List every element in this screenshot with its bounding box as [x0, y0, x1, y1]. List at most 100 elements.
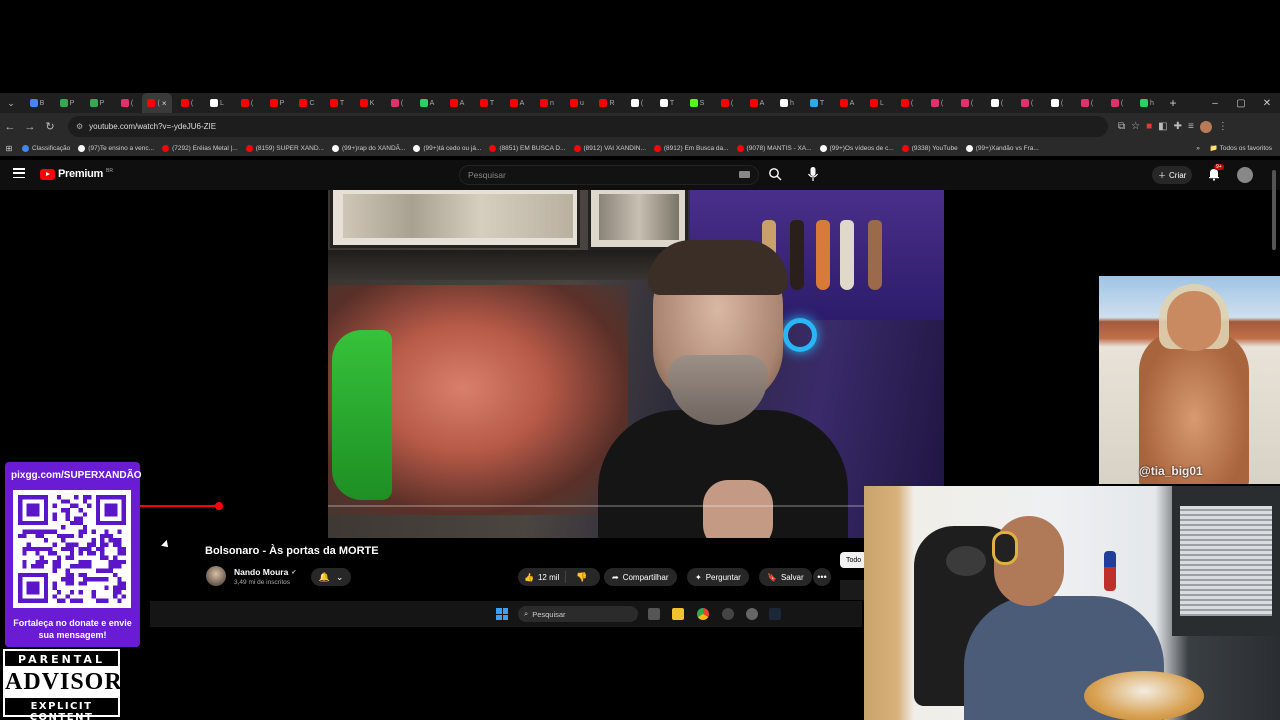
puzzle-icon[interactable]: ✚ [1174, 121, 1182, 132]
share-button[interactable]: ➦ Compartilhar [604, 568, 677, 586]
ask-button[interactable]: ✦ Perguntar [687, 568, 749, 586]
browser-tab[interactable]: P [262, 93, 292, 113]
browser-tab[interactable]: ( [1072, 93, 1102, 113]
bookmark-item[interactable]: (99+)Os vídeos de c... [816, 144, 898, 152]
browser-tab[interactable]: ( [982, 93, 1012, 113]
file-explorer-icon[interactable] [672, 608, 684, 620]
subscribed-button[interactable]: 🔔 ⌄ [311, 568, 351, 586]
app-icon[interactable] [722, 608, 734, 620]
extension-red-icon[interactable]: ■ [1146, 121, 1152, 132]
browser-tab[interactable]: h [772, 93, 802, 113]
tab-search-icon[interactable]: ⌄ [0, 93, 22, 113]
task-view-icon[interactable] [648, 608, 660, 620]
apps-grid-icon[interactable]: ⊞ [0, 144, 18, 153]
browser-tab[interactable]: u [562, 93, 592, 113]
bookmark-item[interactable]: Classificação [18, 144, 74, 152]
bookmark-item[interactable]: (9078) MANTIS - XA... [733, 144, 816, 152]
browser-tab[interactable]: (× [142, 93, 172, 113]
browser-tab[interactable]: h [1132, 93, 1162, 113]
account-avatar[interactable] [1237, 167, 1253, 183]
site-info-icon[interactable]: ⚙ [76, 122, 83, 131]
browser-tab[interactable]: L [862, 93, 892, 113]
browser-tab[interactable]: n [532, 93, 562, 113]
bookmark-item[interactable]: (99+)rap do XANDÃ... [328, 144, 409, 152]
like-button[interactable]: 👍 12 mil [518, 571, 567, 583]
browser-tab[interactable]: ( [382, 93, 412, 113]
bookmark-item[interactable]: (99+)tá cedo ou já... [409, 144, 485, 152]
bookmark-item[interactable]: (8159) SUPER XAND... [242, 144, 328, 152]
address-bar[interactable]: ⚙ youtube.com/watch?v=-ydeJU6-ZIE [68, 116, 1108, 137]
reload-icon[interactable]: ↻ [40, 120, 60, 133]
browser-tab[interactable]: P [82, 93, 112, 113]
menu-kebab-icon[interactable]: ⋮ [1218, 121, 1228, 132]
close-window-icon[interactable]: ✕ [1254, 98, 1280, 109]
profile-avatar[interactable] [1199, 120, 1212, 133]
chrome-icon[interactable] [697, 608, 709, 620]
browser-tab[interactable]: A [742, 93, 772, 113]
browser-tab[interactable]: B [22, 93, 52, 113]
video-progress-track[interactable] [328, 505, 944, 507]
channel-avatar[interactable] [206, 566, 226, 586]
taskbar-search-input[interactable]: ⌕ Pesquisar [518, 606, 638, 622]
browser-tab[interactable]: ( [892, 93, 922, 113]
browser-tab[interactable]: ( [922, 93, 952, 113]
browser-tab[interactable]: A [412, 93, 442, 113]
browser-tab[interactable]: ( [622, 93, 652, 113]
browser-tab[interactable]: ( [712, 93, 742, 113]
video-progress-bar[interactable] [140, 500, 340, 512]
install-icon[interactable]: ⧉ [1118, 121, 1125, 132]
bookmark-item[interactable]: (8912) Em Busca da... [650, 144, 733, 152]
browser-tab[interactable]: ( [112, 93, 142, 113]
search-icon[interactable] [768, 167, 782, 181]
bookmark-star-icon[interactable]: ☆ [1131, 121, 1140, 132]
bookmark-item[interactable]: (97)Te ensino a venc... [74, 144, 158, 152]
more-bookmarks-icon[interactable]: » [1196, 145, 1200, 152]
new-tab-button[interactable]: + [1162, 96, 1184, 110]
dislike-button[interactable]: 👎 [570, 572, 593, 583]
browser-tab[interactable]: T [472, 93, 502, 113]
forward-icon[interactable]: → [20, 121, 40, 133]
browser-tab[interactable]: ( [1042, 93, 1072, 113]
video-player[interactable] [328, 190, 944, 538]
bookmark-item[interactable]: (99+)Xandão vs Fra... [962, 144, 1043, 152]
create-button[interactable]: ＋ Criar [1152, 166, 1193, 184]
browser-tab[interactable]: ( [1102, 93, 1132, 113]
keyboard-icon[interactable] [739, 171, 750, 178]
channel-name-link[interactable]: Nando Moura ✔ [234, 567, 296, 577]
close-tab-icon[interactable]: × [162, 99, 167, 108]
browser-tab[interactable]: A [442, 93, 472, 113]
hamburger-menu-icon[interactable] [13, 168, 25, 178]
microphone-icon[interactable] [806, 166, 820, 182]
all-bookmarks-folder[interactable]: 📁 Todos os favoritos [1210, 144, 1272, 152]
settings-icon[interactable] [746, 608, 758, 620]
browser-tab[interactable]: A [832, 93, 862, 113]
browser-tab[interactable]: T [652, 93, 682, 113]
media-icon[interactable]: ≡ [1188, 121, 1194, 132]
browser-tab[interactable]: ( [1012, 93, 1042, 113]
minimize-icon[interactable]: – [1202, 98, 1228, 109]
save-button[interactable]: 🔖 Salvar [759, 568, 812, 586]
browser-tab[interactable]: ( [172, 93, 202, 113]
browser-tab[interactable]: L [202, 93, 232, 113]
youtube-premium-logo[interactable]: Premium BR [40, 168, 113, 180]
browser-tab[interactable]: A [502, 93, 532, 113]
search-input[interactable]: Pesquisar [459, 165, 759, 185]
windows-start-icon[interactable] [496, 608, 508, 620]
bookmark-item[interactable]: (8912) VAI XANDIN... [570, 144, 650, 152]
browser-tab[interactable]: ( [232, 93, 262, 113]
browser-tab[interactable]: ( [952, 93, 982, 113]
maximize-icon[interactable]: ▢ [1228, 98, 1254, 109]
more-actions-button[interactable]: ••• [813, 568, 831, 586]
browser-tab[interactable]: C [292, 93, 322, 113]
bookmark-item[interactable]: (9338) YouTube [898, 144, 962, 152]
browser-tab[interactable]: T [322, 93, 352, 113]
bookmark-item[interactable]: (7292) Eréias Metal |... [158, 144, 242, 152]
extension-icon[interactable]: ◧ [1158, 121, 1167, 132]
browser-tab[interactable]: R [592, 93, 622, 113]
browser-tab[interactable]: S [682, 93, 712, 113]
page-scrollbar[interactable] [1272, 170, 1276, 250]
back-icon[interactable]: ← [0, 121, 20, 133]
steam-icon[interactable] [769, 608, 781, 620]
browser-tab[interactable]: T [802, 93, 832, 113]
bookmark-item[interactable]: (8851) EM BUSCA D... [485, 144, 569, 152]
